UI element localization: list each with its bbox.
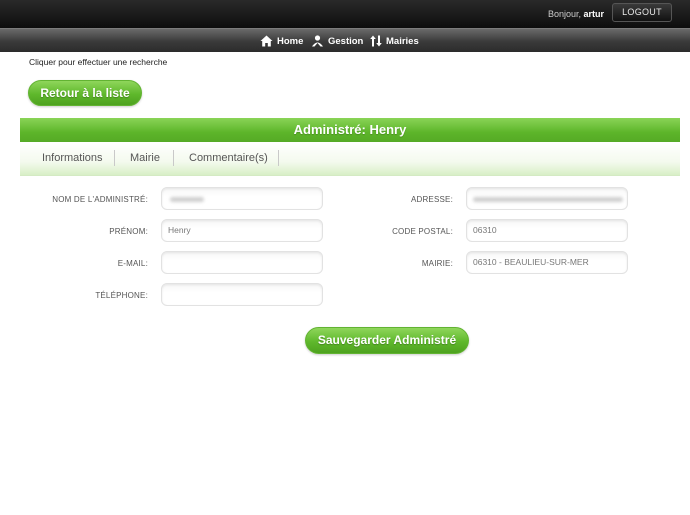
nom-label: NOM DE L'ADMINISTRÉ: — [52, 195, 148, 204]
code-postal-label: CODE POSTAL: — [392, 227, 453, 236]
nav-gestion-label: Gestion — [328, 35, 364, 47]
page-title: Administré: Henry — [20, 118, 680, 142]
tab-mairie[interactable]: Mairie — [130, 148, 160, 168]
prenom-label: PRÉNOM: — [109, 227, 148, 236]
code-postal-field[interactable]: 06310 — [466, 219, 628, 242]
adresse-field[interactable] — [466, 187, 628, 210]
save-button[interactable]: Sauvegarder Administré — [305, 327, 469, 354]
people-icon — [311, 35, 324, 47]
tab-informations[interactable]: Informations — [42, 148, 103, 168]
tab-separator — [114, 150, 115, 166]
tab-bar: Informations Mairie Commentaire(s) — [20, 142, 680, 176]
home-icon — [260, 35, 273, 47]
tab-separator — [173, 150, 174, 166]
username: artur — [583, 9, 604, 19]
greeting: Bonjour, artur — [548, 9, 604, 19]
nav-gestion[interactable]: Gestion — [311, 29, 363, 53]
redacted-value — [473, 197, 623, 202]
email-field[interactable] — [161, 251, 323, 274]
mairie-field[interactable]: 06310 - BEAULIEU-SUR-MER — [466, 251, 628, 274]
email-label: E-MAIL: — [117, 259, 148, 268]
nav-mairies[interactable]: Mairies — [370, 29, 419, 53]
nav-mairies-label: Mairies — [386, 35, 419, 47]
nom-field[interactable] — [161, 187, 323, 210]
mairie-label: MAIRIE: — [421, 259, 453, 268]
telephone-label: TÉLÉPHONE: — [95, 291, 148, 300]
logout-button[interactable]: LOGOUT — [612, 3, 672, 22]
nav-home-label: Home — [277, 35, 304, 47]
main-nav: Home Gestion Mairies — [0, 28, 690, 52]
search-hint-link[interactable]: Cliquer pour effectuer une recherche — [29, 57, 167, 67]
prenom-field[interactable]: Henry — [161, 219, 323, 242]
back-to-list-button[interactable]: Retour à la liste — [28, 80, 142, 106]
tab-separator — [278, 150, 279, 166]
greeting-prefix: Bonjour, — [547, 9, 581, 19]
telephone-field[interactable] — [161, 283, 323, 306]
redacted-value — [170, 197, 204, 202]
nav-home[interactable]: Home — [260, 29, 303, 53]
tab-commentaires[interactable]: Commentaire(s) — [189, 148, 268, 168]
adresse-label: ADRESSE: — [410, 195, 453, 204]
top-bar: Bonjour, artur LOGOUT — [0, 0, 690, 28]
sort-arrows-icon — [370, 35, 382, 47]
